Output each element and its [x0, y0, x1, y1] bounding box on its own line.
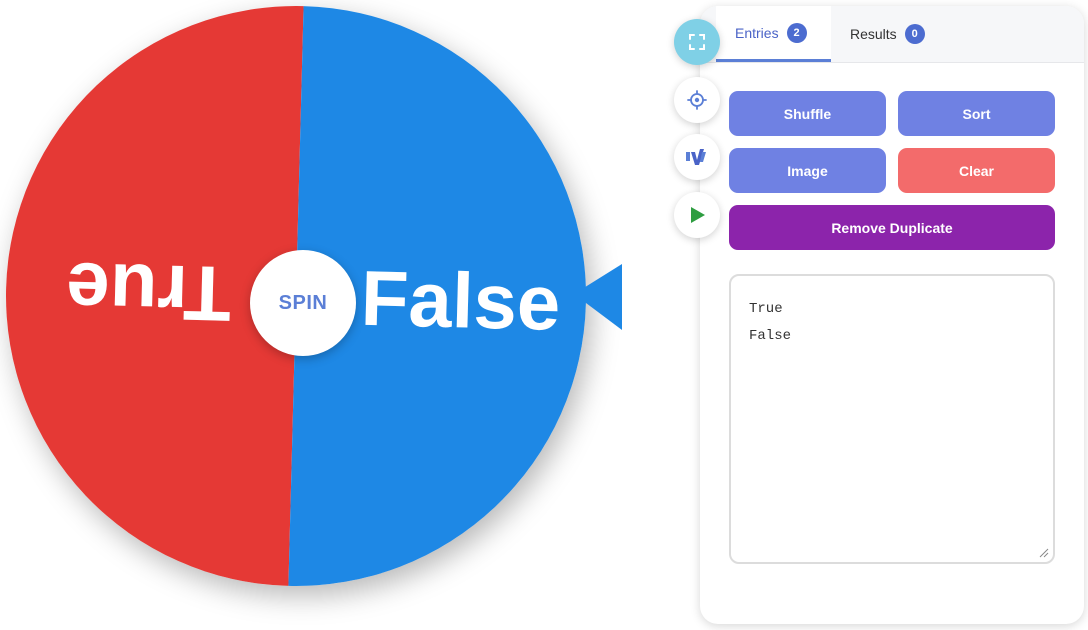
tab-entries-label: Entries [735, 24, 779, 41]
wheel-pointer-icon [574, 264, 622, 330]
entries-textarea[interactable]: True False [729, 274, 1055, 564]
clear-button[interactable]: Clear [898, 148, 1055, 193]
remove-duplicate-button[interactable]: Remove Duplicate [729, 205, 1055, 250]
wheel-label-true: True [65, 246, 232, 338]
spin-button[interactable]: SPIN [250, 250, 356, 356]
fullscreen-button[interactable] [674, 19, 720, 65]
entry-line: True [749, 301, 783, 317]
shuffle-button[interactable]: Shuffle [729, 91, 886, 136]
brand-logo-button[interactable] [674, 134, 720, 180]
fullscreen-icon [689, 34, 705, 50]
tab-results-label: Results [850, 26, 897, 42]
image-button[interactable]: Image [729, 148, 886, 193]
entries-count-badge: 2 [786, 22, 807, 43]
app-stage: False True SPIN Entries 2 Results 0 Shuf… [0, 0, 1088, 630]
results-count-badge: 0 [904, 24, 925, 44]
play-button[interactable] [674, 192, 720, 238]
entry-line: False [749, 328, 792, 344]
play-icon [691, 207, 705, 223]
spin-wheel[interactable]: False True SPIN [6, 6, 586, 586]
panel-tabs: Entries 2 Results 0 [700, 6, 1084, 63]
resize-grip-icon[interactable] [1039, 548, 1049, 558]
brand-logo-icon [686, 149, 706, 165]
sort-button[interactable]: Sort [898, 91, 1055, 136]
settings-button[interactable] [674, 77, 720, 123]
entries-panel: Entries 2 Results 0 Shuffle Sort Image C… [700, 6, 1084, 624]
wheel-label-false: False [360, 254, 562, 347]
tab-results[interactable]: Results 0 [831, 6, 941, 62]
settings-icon [687, 90, 707, 110]
tab-entries[interactable]: Entries 2 [716, 6, 831, 62]
